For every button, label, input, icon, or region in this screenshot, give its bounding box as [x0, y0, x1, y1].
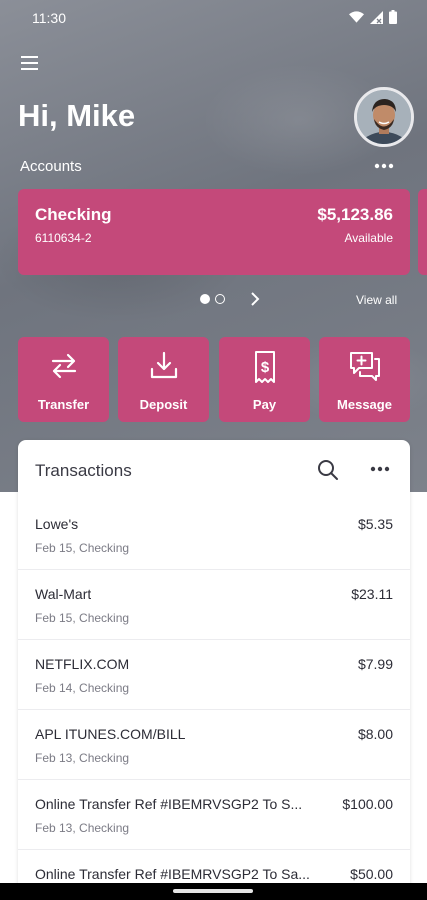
- transaction-row[interactable]: APL ITUNES.COM/BILL Feb 13, Checking $8.…: [18, 710, 410, 780]
- more-icon[interactable]: [370, 158, 396, 174]
- transaction-row[interactable]: NETFLIX.COM Feb 14, Checking $7.99: [18, 640, 410, 710]
- menu-icon[interactable]: [20, 54, 42, 72]
- signal-icon: [370, 10, 383, 24]
- accounts-label: Accounts: [20, 158, 82, 175]
- battery-icon: [389, 10, 397, 24]
- pay-button[interactable]: $ Pay: [219, 337, 310, 422]
- transaction-meta: Feb 15, Checking: [35, 541, 130, 555]
- pager-dot-active[interactable]: [200, 294, 210, 304]
- transaction-amount: $23.11: [351, 586, 393, 602]
- pay-label: Pay: [252, 397, 277, 412]
- transaction-amount: $100.00: [342, 796, 393, 812]
- transaction-amount: $8.00: [357, 726, 393, 742]
- greeting-title: Hi, Mike: [18, 98, 136, 133]
- status-icons: [349, 10, 397, 24]
- transactions-list: Lowe's Feb 15, Checking $5.35 Wal-Mart F…: [18, 500, 410, 900]
- account-number: 6110634-2: [35, 231, 92, 245]
- transaction-amount: $50.00: [350, 866, 393, 882]
- transactions-card: Transactions Lowe's Feb 15, Checking $5.…: [18, 440, 410, 900]
- transaction-row[interactable]: Lowe's Feb 15, Checking $5.35: [18, 500, 410, 570]
- status-bar: 11:30: [0, 0, 427, 36]
- carousel-pager: [200, 294, 225, 304]
- transaction-amount: $5.35: [357, 516, 393, 532]
- transaction-meta: Feb 13, Checking: [35, 821, 130, 835]
- account-balance-label: Available: [344, 231, 393, 245]
- deposit-icon: [150, 351, 177, 379]
- message-button[interactable]: Message: [319, 337, 410, 422]
- transaction-description: Online Transfer Ref #IBEMRVSGP2 To Sa...: [35, 866, 310, 882]
- transaction-meta: Feb 15, Checking: [35, 611, 130, 625]
- message-icon: [349, 352, 380, 381]
- transaction-description: Lowe's: [35, 516, 79, 532]
- transaction-meta: Feb 14, Checking: [35, 681, 130, 695]
- deposit-label: Deposit: [139, 397, 188, 412]
- message-label: Message: [337, 397, 392, 412]
- transaction-description: NETFLIX.COM: [35, 656, 130, 672]
- transaction-description: Wal-Mart: [35, 586, 92, 602]
- view-all-link[interactable]: View all: [356, 293, 397, 307]
- transaction-row[interactable]: Wal-Mart Feb 15, Checking $23.11: [18, 570, 410, 640]
- status-time: 11:30: [32, 10, 66, 26]
- transfer-label: Transfer: [37, 397, 90, 412]
- transaction-description: APL ITUNES.COM/BILL: [35, 726, 186, 742]
- transaction-amount: $7.99: [357, 656, 393, 672]
- transfer-button[interactable]: Transfer: [18, 337, 109, 422]
- system-navigation-bar: [0, 883, 427, 900]
- avatar[interactable]: [354, 87, 414, 147]
- svg-text:$: $: [260, 359, 269, 376]
- more-icon[interactable]: [368, 460, 392, 478]
- transactions-title: Transactions: [35, 461, 132, 480]
- account-balance: $5,123.86: [317, 205, 393, 224]
- deposit-button[interactable]: Deposit: [118, 337, 209, 422]
- home-gesture-handle[interactable]: [173, 889, 253, 893]
- transaction-description: Online Transfer Ref #IBEMRVSGP2 To S...: [35, 796, 303, 812]
- next-account-card-peek[interactable]: [418, 189, 427, 275]
- transfer-icon: [51, 353, 76, 379]
- pager-dot[interactable]: [215, 294, 225, 304]
- wifi-icon: [349, 10, 364, 23]
- account-card-checking[interactable]: Checking 6110634-2 $5,123.86 Available: [18, 189, 410, 275]
- transaction-meta: Feb 13, Checking: [35, 751, 130, 765]
- bill-icon: $: [254, 351, 275, 383]
- search-icon[interactable]: [317, 459, 339, 481]
- account-name: Checking: [35, 205, 112, 224]
- quick-actions: Transfer Deposit $ Pay Message: [18, 337, 410, 423]
- transaction-row[interactable]: Online Transfer Ref #IBEMRVSGP2 To S... …: [18, 780, 410, 850]
- chevron-right-icon[interactable]: [248, 291, 262, 307]
